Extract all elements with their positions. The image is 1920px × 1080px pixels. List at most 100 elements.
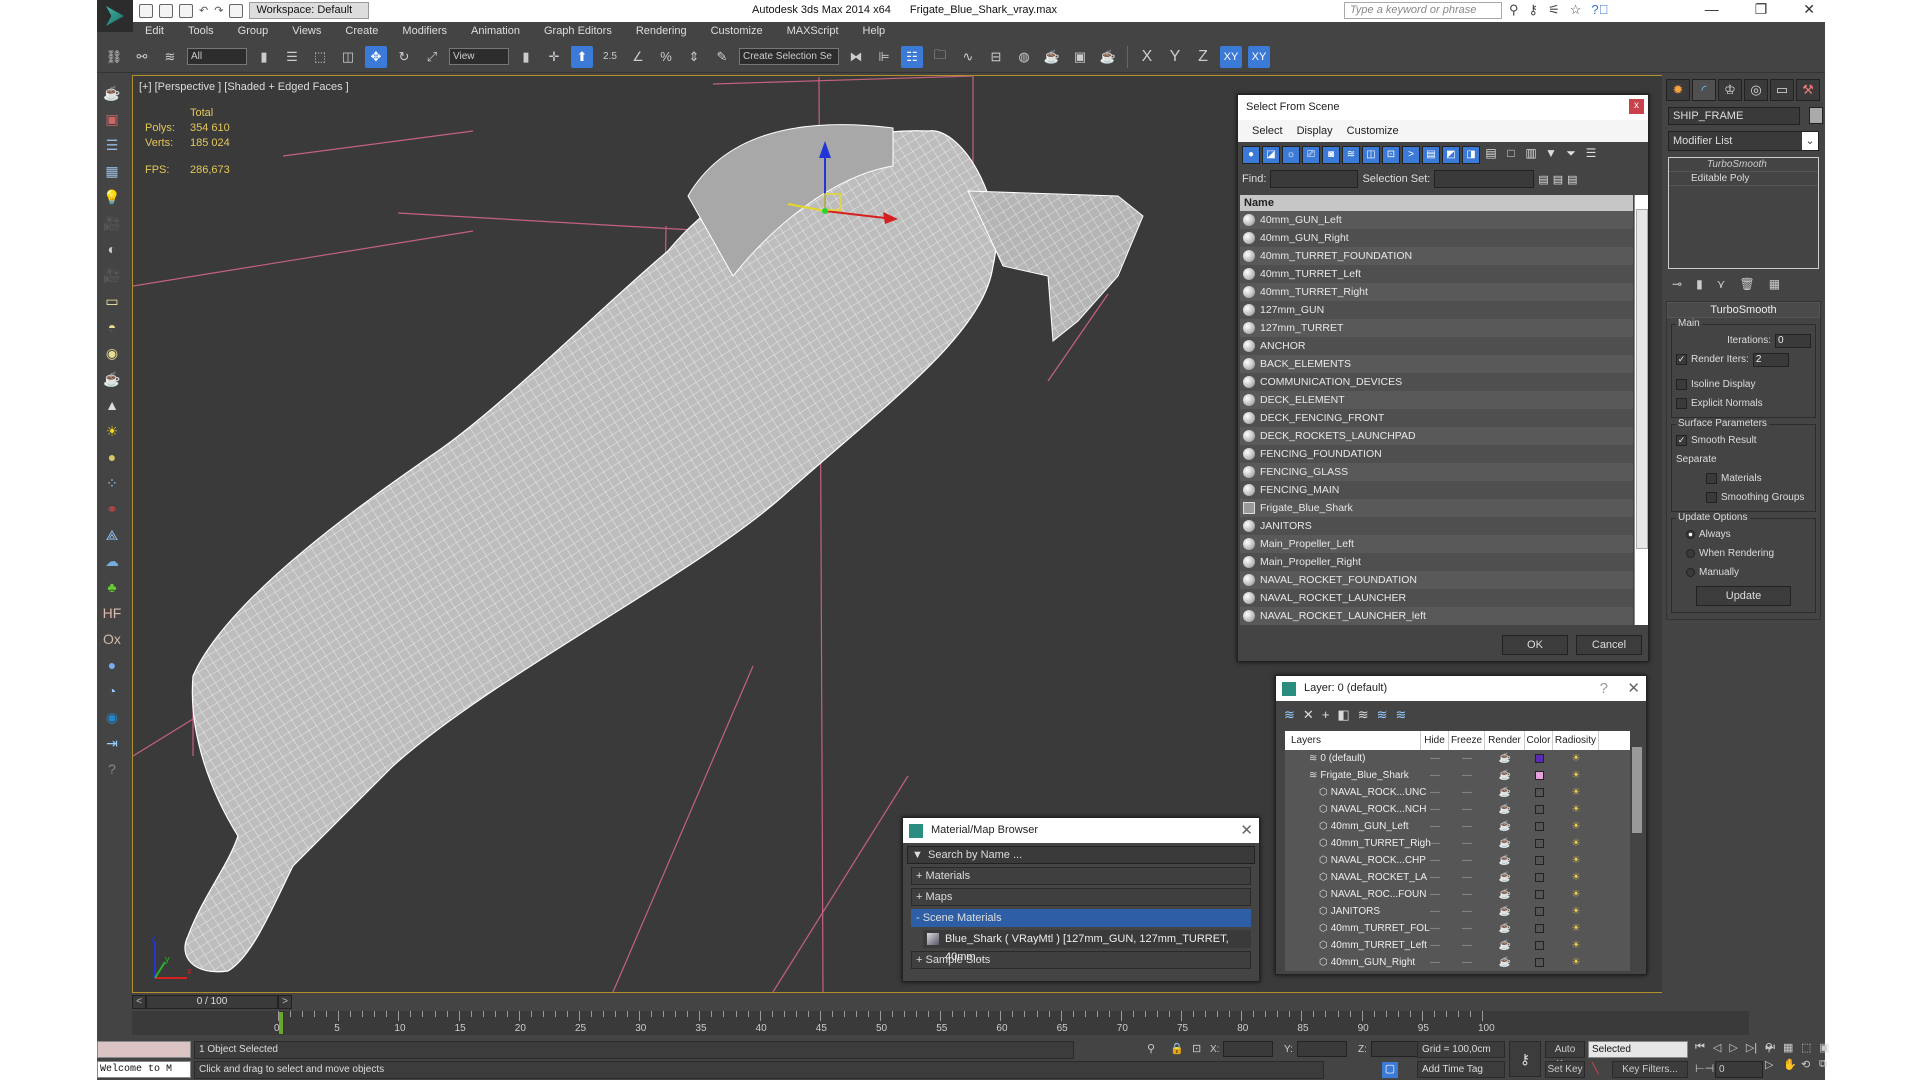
hair-fur-icon[interactable]: HF <box>102 603 122 623</box>
radiosity-sun-icon[interactable]: ☀ <box>1553 886 1599 903</box>
chevron-down-icon[interactable]: ⌄ <box>1802 132 1818 150</box>
layer-name[interactable]: ⬡ 40mm_TURRET_Left <box>1285 937 1427 954</box>
freeze-toggle[interactable]: — <box>1449 818 1485 835</box>
maximize-viewport-icon[interactable]: ⧉ <box>1819 1058 1834 1071</box>
cameras-filter-icon[interactable]: ⎚ <box>1302 146 1320 164</box>
scene-object-row[interactable]: COMMUNICATION_DEVICES <box>1240 373 1633 391</box>
selection-sphere-icon[interactable]: ◉ <box>102 707 122 727</box>
radiosity-sun-icon[interactable]: ☀ <box>1553 937 1599 954</box>
time-slider-value[interactable]: 0 / 100 <box>146 995 278 1009</box>
isolate-icon[interactable]: ⚲ <box>1147 1042 1155 1055</box>
key-mode-toggle-icon[interactable]: ⊢⊣ <box>1695 1062 1714 1075</box>
render-teapot-icon[interactable]: ☕ <box>1485 869 1525 886</box>
layer-name[interactable]: ⬡ NAVAL_ROC...FOUN <box>1285 886 1427 903</box>
play-icon[interactable]: ▷ <box>1729 1041 1737 1054</box>
menu-rendering[interactable]: Rendering <box>624 22 699 41</box>
delete-layer-icon[interactable]: ✕ <box>1303 707 1314 722</box>
tower-icon[interactable]: ⟁ <box>102 525 122 545</box>
minimize-icon[interactable]: — <box>1705 1 1719 18</box>
cone-icon[interactable]: ▲ <box>102 395 122 415</box>
column-freeze[interactable]: Freeze <box>1449 731 1485 750</box>
selection-filter-dropdown[interactable]: All <box>187 48 247 65</box>
bind-space-warp-icon[interactable]: ≋ <box>159 46 181 68</box>
smoothing-groups-checkbox[interactable] <box>1706 492 1717 503</box>
radiosity-sun-icon[interactable]: ☀ <box>1553 801 1599 818</box>
scene-object-row[interactable]: NAVAL_ROCKET_LAUNCHER_left <box>1240 607 1633 625</box>
render-teapot-icon[interactable]: ☕ <box>1485 937 1525 954</box>
maxscript-welcome-text[interactable]: Welcome to M <box>97 1061 191 1078</box>
layer-name[interactable]: ⬡ 40mm_TURRET_Righ <box>1285 835 1431 852</box>
scene-explorer-icon[interactable]: 🗀 <box>929 46 951 68</box>
render-production-icon[interactable]: ☕ <box>1097 46 1119 68</box>
hide-toggle[interactable]: — <box>1421 767 1449 784</box>
layer-row[interactable]: ⬡ 40mm_TURRET_Righ — — ☕ ☀ <box>1285 835 1630 852</box>
close-icon[interactable]: ✕ <box>1627 676 1640 701</box>
hide-toggle[interactable]: — <box>1421 903 1449 920</box>
filter-funnel-icon[interactable]: ▼ <box>1542 146 1560 164</box>
layer-color-swatch[interactable] <box>1525 920 1553 937</box>
zoom-extents-all-icon[interactable]: ▣ <box>1819 1041 1834 1054</box>
app-logo[interactable] <box>97 0 133 32</box>
scene-object-row[interactable]: 40mm_GUN_Left <box>1240 211 1633 229</box>
isoline-display-checkbox[interactable] <box>1676 379 1687 390</box>
particles-icon[interactable]: ⁘ <box>102 473 122 493</box>
help-circle-icon[interactable]: ? <box>102 759 122 779</box>
render-teapot-icon[interactable]: ☕ <box>1485 801 1525 818</box>
layer-row[interactable]: ⬡ 40mm_GUN_Left — — ☕ ☀ <box>1285 818 1630 835</box>
layer-color-swatch[interactable] <box>1525 869 1553 886</box>
menu-group[interactable]: Group <box>226 22 281 41</box>
hide-toggle[interactable]: — <box>1421 784 1449 801</box>
pin-stack-icon[interactable]: ⊸ <box>1672 277 1682 291</box>
hide-toggle[interactable]: — <box>1421 801 1449 818</box>
freeze-toggle[interactable]: — <box>1449 886 1485 903</box>
remove-modifier-icon[interactable]: 🗑 <box>1739 277 1754 291</box>
menu-modifiers[interactable]: Modifiers <box>390 22 459 41</box>
layer-name[interactable]: ⬡ 40mm_GUN_Left <box>1285 818 1421 835</box>
make-unique-icon[interactable]: ⋎ <box>1717 277 1726 291</box>
options-dropdown-icon[interactable]: ▼ <box>912 847 923 863</box>
layer-name[interactable]: ⬡ 40mm_TURRET_FOL <box>1285 920 1430 937</box>
find-input[interactable] <box>1270 170 1359 188</box>
hide-toggle[interactable]: — <box>1421 835 1449 852</box>
time-tag-icon[interactable]: ▢ <box>1382 1062 1398 1078</box>
render-teapot-icon[interactable]: ☕ <box>1485 835 1525 852</box>
create-tab-icon[interactable]: ✹ <box>1666 79 1690 101</box>
menu-customize[interactable]: Customize <box>1347 120 1399 142</box>
next-frame-arrow-icon[interactable]: > <box>278 995 292 1009</box>
select-in-layer-icon[interactable]: ◧ <box>1337 707 1349 722</box>
scene-object-row[interactable]: 40mm_TURRET_FOUNDATION <box>1240 247 1633 265</box>
update-button[interactable]: Update <box>1696 586 1791 606</box>
radiosity-sun-icon[interactable]: ☀ <box>1553 818 1599 835</box>
scene-object-row[interactable]: BACK_ELEMENTS <box>1240 355 1633 373</box>
redo-icon[interactable]: ↷ <box>214 4 223 17</box>
layer-color-swatch[interactable] <box>1525 767 1553 784</box>
open-file-icon[interactable] <box>159 3 173 18</box>
select-set-icon[interactable]: ▤ <box>1567 173 1577 186</box>
radiosity-sun-icon[interactable]: ☀ <box>1553 920 1599 937</box>
help-icon[interactable]: ?⃝ <box>1591 2 1608 18</box>
display-tab-icon[interactable]: ▭ <box>1770 79 1794 101</box>
columns-icon[interactable]: ☰ <box>1582 146 1600 164</box>
freeze-toggle[interactable]: — <box>1449 852 1485 869</box>
stack-item-turbosmooth[interactable]: TurboSmooth <box>1669 158 1818 172</box>
radiosity-sun-icon[interactable]: ☀ <box>1553 852 1599 869</box>
select-scale-icon[interactable]: ⤢ <box>421 46 443 68</box>
layer-name[interactable]: ⬡ NAVAL_ROCK...CHP <box>1285 852 1426 869</box>
render-frame-icon[interactable]: ▣ <box>102 109 122 129</box>
project-folder-icon[interactable] <box>229 3 244 18</box>
layer-row[interactable]: ⬡ NAVAL_ROCK...NCH — — ☕ ☀ <box>1285 801 1630 818</box>
scene-object-row[interactable]: DECK_FENCING_FRONT <box>1240 409 1633 427</box>
curve-editor-icon[interactable]: ∿ <box>957 46 979 68</box>
highlight-selected-icon[interactable]: ≋ <box>1358 707 1369 722</box>
object-color-swatch[interactable] <box>1809 107 1824 124</box>
add-to-layer-icon[interactable]: + <box>1322 707 1330 722</box>
scene-material-item[interactable]: Blue_Shark ( VRayMtl ) [127mm_GUN, 127mm… <box>923 930 1251 963</box>
layer-color-swatch[interactable] <box>1525 954 1553 971</box>
layer-row[interactable]: ≋ 0 (default) — — ☕ ☀ <box>1285 750 1630 767</box>
layer-color-swatch[interactable] <box>1525 852 1553 869</box>
close-icon[interactable]: ✕ <box>1803 1 1815 18</box>
hide-toggle[interactable]: — <box>1421 886 1449 903</box>
scene-object-row[interactable]: 40mm_TURRET_Left <box>1240 265 1633 283</box>
grass-icon[interactable]: ♣ <box>102 577 122 597</box>
scene-object-row[interactable]: 40mm_TURRET_Right <box>1240 283 1633 301</box>
